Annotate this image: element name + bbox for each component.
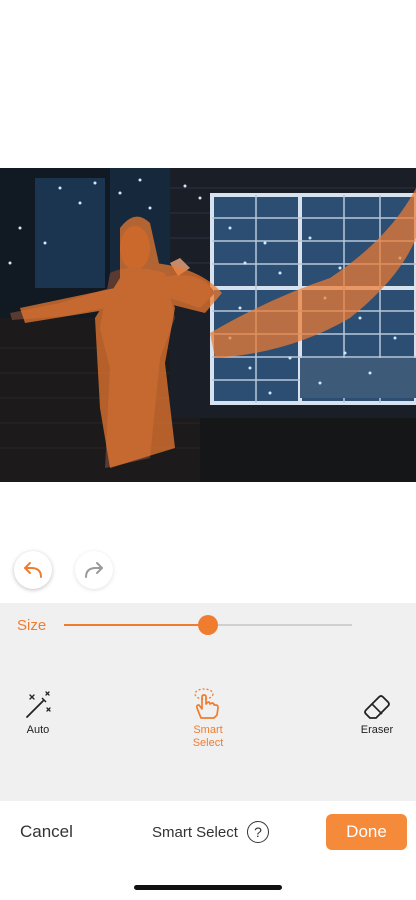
home-indicator[interactable] <box>134 885 282 890</box>
tool-panel: Size Auto Smart Select Eraser <box>0 603 416 801</box>
done-button[interactable]: Done <box>326 814 407 850</box>
tool-smart-label-line1: Smart <box>193 724 223 736</box>
tool-eraser-label: Eraser <box>360 724 394 736</box>
tool-smart-label-line2: Select <box>192 737 224 749</box>
tool-smart-select[interactable]: Smart Select <box>168 688 248 750</box>
tool-eraser[interactable]: Eraser <box>337 688 416 737</box>
redo-arrow-icon <box>85 562 103 578</box>
magic-wand-icon <box>26 691 51 718</box>
help-icon[interactable]: ? <box>247 821 269 843</box>
size-slider-fill <box>64 624 208 626</box>
redo-button[interactable] <box>75 551 113 589</box>
undo-button[interactable] <box>14 551 52 589</box>
photo-image <box>0 168 416 482</box>
tool-auto[interactable]: Auto <box>0 688 78 737</box>
hand-select-icon <box>194 688 219 719</box>
undo-arrow-icon <box>24 562 42 578</box>
size-slider-handle[interactable] <box>198 615 218 635</box>
size-label: Size <box>17 617 47 634</box>
photo-canvas[interactable] <box>0 168 416 482</box>
cancel-button[interactable]: Cancel <box>20 822 73 842</box>
eraser-icon <box>364 695 390 719</box>
size-slider[interactable] <box>64 615 352 635</box>
tool-auto-label: Auto <box>26 724 50 736</box>
mode-title: Smart Select <box>152 824 238 841</box>
